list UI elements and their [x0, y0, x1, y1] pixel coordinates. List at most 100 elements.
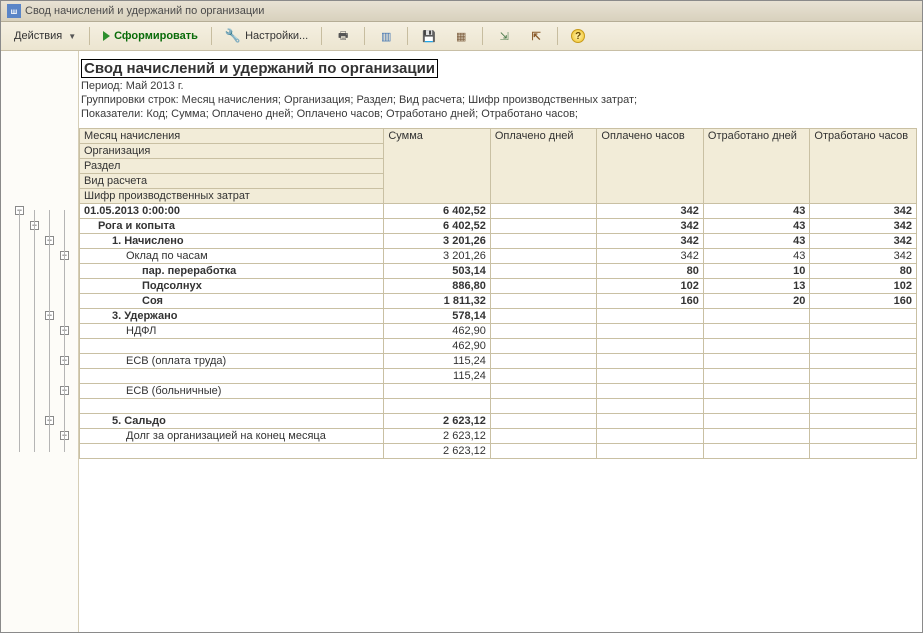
row-wh [810, 369, 917, 384]
separator [89, 27, 90, 45]
row-wh: 342 [810, 204, 917, 219]
cells-icon: ▦ [453, 28, 469, 44]
table-row: пар. переработка503,14801080 [80, 264, 917, 279]
actions-label: Действия [14, 30, 62, 42]
row-label: Рога и копыта [80, 219, 384, 234]
expand-tree-button[interactable]: ⇲ [489, 25, 519, 47]
app-icon: ш [7, 4, 21, 18]
row-sum: 1 811,32 [384, 294, 491, 309]
table-row: ЕСВ (больничные) [80, 384, 917, 399]
row-wh [810, 429, 917, 444]
row-label: Оклад по часам [80, 249, 384, 264]
row-wh [810, 324, 917, 339]
row-label: ЕСВ (больничные) [80, 384, 384, 399]
row-wh: 160 [810, 294, 917, 309]
row-pd [490, 249, 597, 264]
header-row2: Организация [80, 144, 384, 159]
row-pd [490, 324, 597, 339]
row-wd [703, 369, 810, 384]
row-pd [490, 354, 597, 369]
row-sum: 2 623,12 [384, 444, 491, 459]
collapse-tree-button[interactable]: ⇱ [521, 25, 551, 47]
row-pd [490, 234, 597, 249]
row-pd [490, 219, 597, 234]
cells-button[interactable]: ▦ [446, 25, 476, 47]
grouping-line: Группировки строк: Месяц начисления; Орг… [81, 94, 922, 106]
chart-button[interactable]: ▥ [371, 25, 401, 47]
actions-menu[interactable]: Действия ▼ [7, 27, 83, 45]
row-sum: 578,14 [384, 309, 491, 324]
report-grid: Месяц начисления Сумма Оплачено дней Опл… [79, 128, 917, 459]
row-pd [490, 339, 597, 354]
settings-label: Настройки... [245, 30, 308, 42]
header-paid-days: Оплачено дней [490, 129, 597, 204]
row-label: ЕСВ (оплата труда) [80, 354, 384, 369]
row-wd [703, 429, 810, 444]
header-paid-hours: Оплачено часов [597, 129, 704, 204]
row-ph [597, 354, 704, 369]
row-wh: 102 [810, 279, 917, 294]
row-ph [597, 429, 704, 444]
header-worked-hours: Отработано часов [810, 129, 917, 204]
row-ph: 102 [597, 279, 704, 294]
row-pd [490, 369, 597, 384]
table-row: 5. Сальдо2 623,12 [80, 414, 917, 429]
separator [557, 27, 558, 45]
row-pd [490, 279, 597, 294]
row-ph [597, 339, 704, 354]
row-ph [597, 369, 704, 384]
indicators-line: Показатели: Код; Сумма; Оплачено дней; О… [81, 108, 922, 120]
row-ph: 342 [597, 234, 704, 249]
form-button[interactable]: Сформировать [96, 27, 205, 45]
row-label: Подсолнух [80, 279, 384, 294]
save-icon: 💾 [421, 28, 437, 44]
row-label [80, 399, 384, 414]
row-sum: 3 201,26 [384, 249, 491, 264]
row-ph: 342 [597, 219, 704, 234]
row-wd [703, 324, 810, 339]
separator [211, 27, 212, 45]
row-pd [490, 309, 597, 324]
row-wh: 342 [810, 219, 917, 234]
row-pd [490, 204, 597, 219]
row-wh [810, 399, 917, 414]
table-row: Подсолнух886,8010213102 [80, 279, 917, 294]
row-label: 1. Начислено [80, 234, 384, 249]
table-row: НДФЛ462,90 [80, 324, 917, 339]
period-line: Период: Май 2013 г. [81, 80, 922, 92]
row-pd [490, 399, 597, 414]
row-pd [490, 294, 597, 309]
header-row3: Раздел [80, 159, 384, 174]
row-wd: 20 [703, 294, 810, 309]
row-wd: 43 [703, 249, 810, 264]
row-sum: 462,90 [384, 339, 491, 354]
print-button[interactable]: 🖶 [328, 25, 358, 47]
row-pd [490, 264, 597, 279]
row-pd [490, 414, 597, 429]
table-row [80, 399, 917, 414]
row-sum: 2 623,12 [384, 429, 491, 444]
row-label: пар. переработка [80, 264, 384, 279]
title-bar: ш Свод начислений и удержаний по организ… [1, 1, 922, 22]
table-row: ЕСВ (оплата труда)115,24 [80, 354, 917, 369]
row-wh [810, 309, 917, 324]
header-sum: Сумма [384, 129, 491, 204]
row-wh [810, 444, 917, 459]
row-sum: 6 402,52 [384, 204, 491, 219]
report-window: ш Свод начислений и удержаний по организ… [0, 0, 923, 633]
row-label [80, 369, 384, 384]
row-wd [703, 399, 810, 414]
row-sum [384, 399, 491, 414]
row-label: НДФЛ [80, 324, 384, 339]
row-ph [597, 384, 704, 399]
save-button[interactable]: 💾 [414, 25, 444, 47]
settings-button[interactable]: 🔧 Настройки... [218, 25, 315, 47]
row-wh: 80 [810, 264, 917, 279]
row-ph: 342 [597, 249, 704, 264]
table-row: 3. Удержано578,14 [80, 309, 917, 324]
row-wd: 43 [703, 219, 810, 234]
row-label: 5. Сальдо [80, 414, 384, 429]
body-area: −−−−−−−−−− Свод начислений и удержаний п… [1, 51, 922, 632]
row-pd [490, 429, 597, 444]
help-button[interactable]: ? [564, 26, 592, 46]
